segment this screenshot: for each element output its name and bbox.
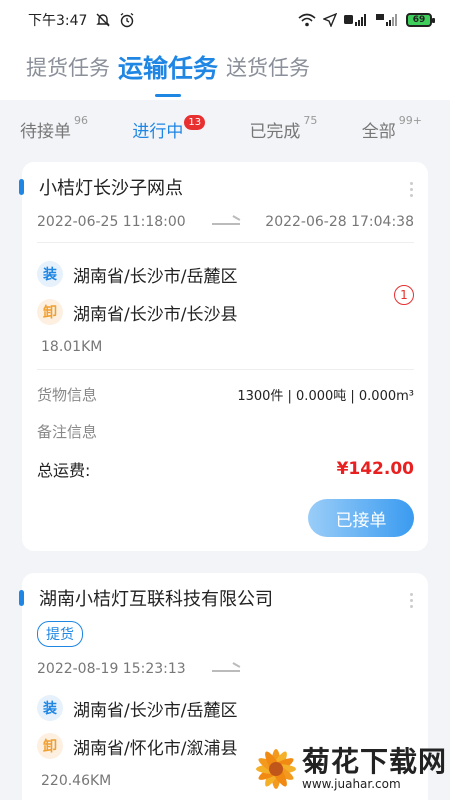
route: 装 湖南省/长沙市/岳麓区 卸 湖南省/长沙市/长沙县 1: [37, 243, 414, 331]
time-range: 2022-08-19 15:23:13: [37, 661, 414, 689]
tab-count: 96: [74, 113, 88, 127]
more-options-icon[interactable]: [410, 182, 414, 197]
arrow-right-icon: [211, 665, 240, 673]
card-accent-bar: [19, 590, 24, 606]
cargo-info-value: 1300件 | 0.000吨 | 0.000m³: [237, 389, 414, 404]
remark-info-row: 备注信息: [37, 413, 414, 450]
pickup-tag: 提货: [37, 621, 83, 647]
unload-address: 湖南省/长沙市/长沙县: [73, 304, 238, 325]
total-fee-value: ¥142.00: [336, 458, 414, 479]
card-title: 小桔灯长沙子网点: [39, 178, 183, 199]
unload-address: 湖南省/怀化市/溆浦县: [73, 738, 238, 759]
tab-transport-tasks[interactable]: 运输任务: [118, 40, 218, 97]
battery-icon: 69: [406, 13, 435, 27]
arrow-right-icon: [211, 218, 240, 226]
tab-completed[interactable]: 已完成 75: [249, 113, 318, 142]
tab-pickup-tasks[interactable]: 提货任务: [26, 40, 110, 82]
total-fee-row: 总运费: ¥142.00: [37, 450, 414, 487]
distance: 18.01KM: [37, 331, 414, 370]
status-time: 下午3:47: [28, 13, 88, 29]
notifications-off-icon: [95, 12, 111, 28]
more-options-icon[interactable]: [410, 593, 414, 608]
unload-icon: 卸: [37, 299, 63, 325]
task-type-tabs: 提货任务 运输任务 送货任务: [0, 40, 450, 100]
load-location: 装 湖南省/长沙市/岳麓区: [37, 255, 414, 293]
watermark-url: www.juahar.com: [302, 777, 401, 791]
time-range: 2022-06-25 11:18:00 2022-06-28 17:04:38: [37, 214, 414, 243]
tab-count: 99+: [398, 113, 422, 127]
load-address: 湖南省/长沙市/岳麓区: [73, 266, 238, 287]
task-list: 小桔灯长沙子网点 2022-06-25 11:18:00 2022-06-28 …: [0, 158, 450, 800]
count-badge: 13: [184, 114, 206, 130]
active-tab-indicator: [155, 94, 181, 97]
signal-4g-icon: [375, 13, 399, 27]
accepted-button[interactable]: 已接单: [308, 499, 414, 537]
load-address: 湖南省/长沙市/岳麓区: [73, 700, 238, 721]
unload-location: 卸 湖南省/长沙市/长沙县: [37, 293, 414, 331]
cargo-info-row: 货物信息 1300件 | 0.000吨 | 0.000m³: [37, 376, 414, 413]
start-time: 2022-08-19 15:23:13: [37, 661, 186, 677]
cargo-info-label: 货物信息: [37, 386, 98, 404]
card-accent-bar: [19, 179, 24, 195]
load-icon: 装: [37, 261, 63, 287]
load-location: 装 湖南省/长沙市/岳麓区: [37, 689, 414, 727]
tab-all[interactable]: 全部 99+: [362, 113, 422, 142]
tab-pending[interactable]: 待接单 96: [20, 113, 88, 142]
load-icon: 装: [37, 695, 63, 721]
step-number-badge: 1: [394, 285, 414, 305]
watermark: 菊花下载网 www.juahar.com: [248, 738, 450, 800]
location-arrow-icon: [323, 13, 337, 27]
watermark-title: 菊花下载网: [302, 745, 448, 778]
tab-delivery-tasks[interactable]: 送货任务: [226, 40, 310, 82]
start-time: 2022-06-25 11:18:00: [37, 214, 186, 230]
end-time: 2022-06-28 17:04:38: [265, 214, 414, 230]
signal-hd-icon: [344, 13, 368, 27]
unload-icon: 卸: [37, 733, 63, 759]
status-filter-tabs: 待接单 96 进行中 13 已完成 75 全部 99+: [0, 100, 450, 158]
remark-info-label: 备注信息: [37, 423, 98, 441]
tab-count: 75: [303, 113, 318, 127]
total-fee-label: 总运费:: [37, 460, 91, 480]
flower-logo-icon: [252, 745, 300, 793]
alarm-icon: [119, 12, 135, 28]
tab-in-progress[interactable]: 进行中 13: [132, 114, 206, 142]
card-title: 湖南小桔灯互联科技有限公司: [39, 589, 273, 610]
task-card[interactable]: 小桔灯长沙子网点 2022-06-25 11:18:00 2022-06-28 …: [19, 162, 428, 551]
wifi-icon: [298, 13, 316, 27]
status-bar: 下午3:47 69: [0, 0, 450, 40]
